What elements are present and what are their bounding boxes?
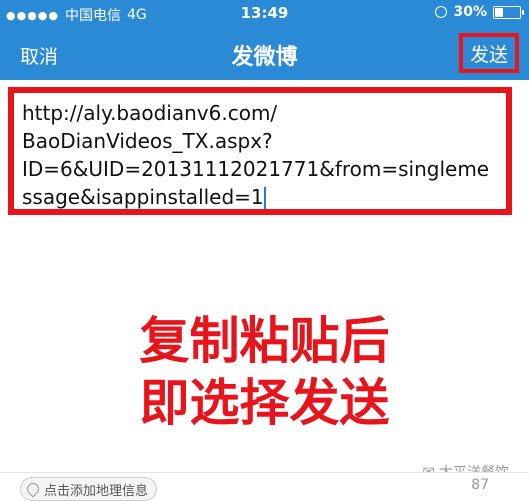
add-location-button[interactable]: 点击添加地理信息 [20, 477, 158, 501]
cancel-button[interactable]: 取消 [20, 42, 58, 69]
send-button[interactable]: 发送 [459, 33, 519, 73]
rotation-lock-icon [435, 6, 448, 18]
character-count: 87 [471, 477, 489, 493]
compose-text-content: http://aly.baodianv6.com/ BaoDianVideos_… [22, 101, 490, 209]
compose-text: http://aly.baodianv6.com/ BaoDianVideos_… [22, 99, 498, 209]
location-label: 点击添加地理信息 [44, 483, 149, 499]
nav-bar: 取消 发微博 发送 [0, 28, 529, 80]
instruction-line-2: 即选择发送 [139, 374, 390, 432]
bottom-bar: 点击添加地理信息 87 [0, 472, 529, 501]
battery-fill [495, 7, 503, 17]
send-label: 发送 [469, 43, 508, 66]
status-bar: ●●●●● 中国电信 4G 13:49 30% [0, 0, 529, 28]
page-title: 发微博 [231, 45, 298, 70]
battery-label: 30% [453, 4, 487, 20]
instruction-line-1: 复制粘贴后 [139, 312, 390, 370]
text-caret [263, 186, 266, 209]
battery-icon [493, 5, 524, 19]
location-pin-icon [24, 480, 42, 498]
status-right: 30% [435, 4, 524, 20]
compose-textarea[interactable]: http://aly.baodianv6.com/ BaoDianVideos_… [8, 87, 512, 215]
